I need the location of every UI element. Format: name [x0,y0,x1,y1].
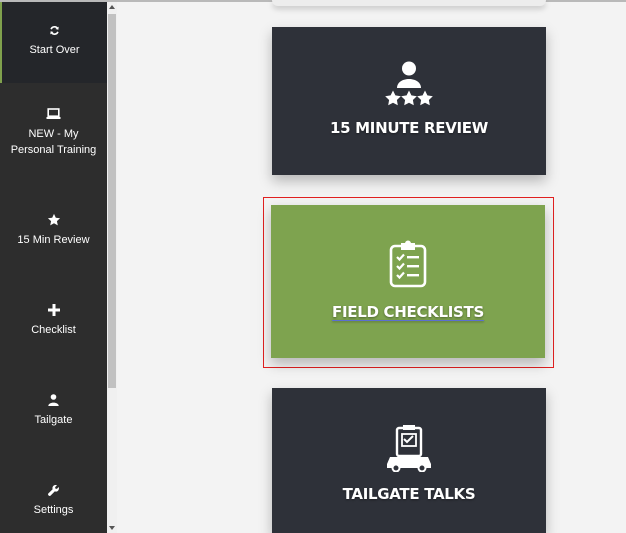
sidebar-item-label: 15 Min Review [17,234,90,246]
person-with-stars-icon [384,61,434,109]
sidebar-item-settings[interactable]: Settings [0,482,107,522]
sidebar-item-label: NEW - My Personal Training [10,128,97,156]
sidebar-item-label: Start Over [29,44,80,56]
card-field-checklists[interactable]: FIELD CHECKLISTS [271,205,545,358]
sidebar-item-personal-training[interactable]: NEW - My Personal Training [0,106,107,166]
scroll-up-arrow-icon[interactable] [107,2,117,12]
scroll-down-arrow-icon[interactable] [107,523,117,533]
sidebar-item-15-min-review[interactable]: 15 Min Review [0,212,107,252]
card-title[interactable]: FIELD CHECKLISTS [332,303,484,321]
scroll-thumb[interactable] [108,14,116,388]
sidebar-item-tailgate[interactable]: Tailgate [0,392,107,432]
sidebar-scrollbar[interactable] [107,2,117,533]
card-title: TAILGATE TALKS [342,485,476,503]
clipboard-car-icon [384,424,434,473]
sidebar-item-label: Tailgate [34,414,73,426]
sidebar-item-label: Checklist [31,324,76,336]
refresh-icon [47,22,63,38]
laptop-icon [46,106,62,122]
star-icon [46,212,62,228]
wrench-icon [46,482,62,498]
sidebar-item-start-over[interactable]: Start Over [0,2,107,83]
sidebar-item-checklist[interactable]: Checklist [0,302,107,342]
sidebar: Start Over NEW - My Personal Training 15… [0,2,107,533]
card-15-minute-review[interactable]: 15 MINUTE REVIEW [272,27,546,175]
clipboard-checklist-icon [388,240,428,288]
card-title: 15 MINUTE REVIEW [329,119,489,137]
plus-icon [46,302,62,318]
sidebar-item-label: Settings [33,504,74,516]
previous-card-edge [272,0,546,6]
card-tailgate-talks[interactable]: TAILGATE TALKS [272,388,546,533]
user-icon [46,392,62,408]
